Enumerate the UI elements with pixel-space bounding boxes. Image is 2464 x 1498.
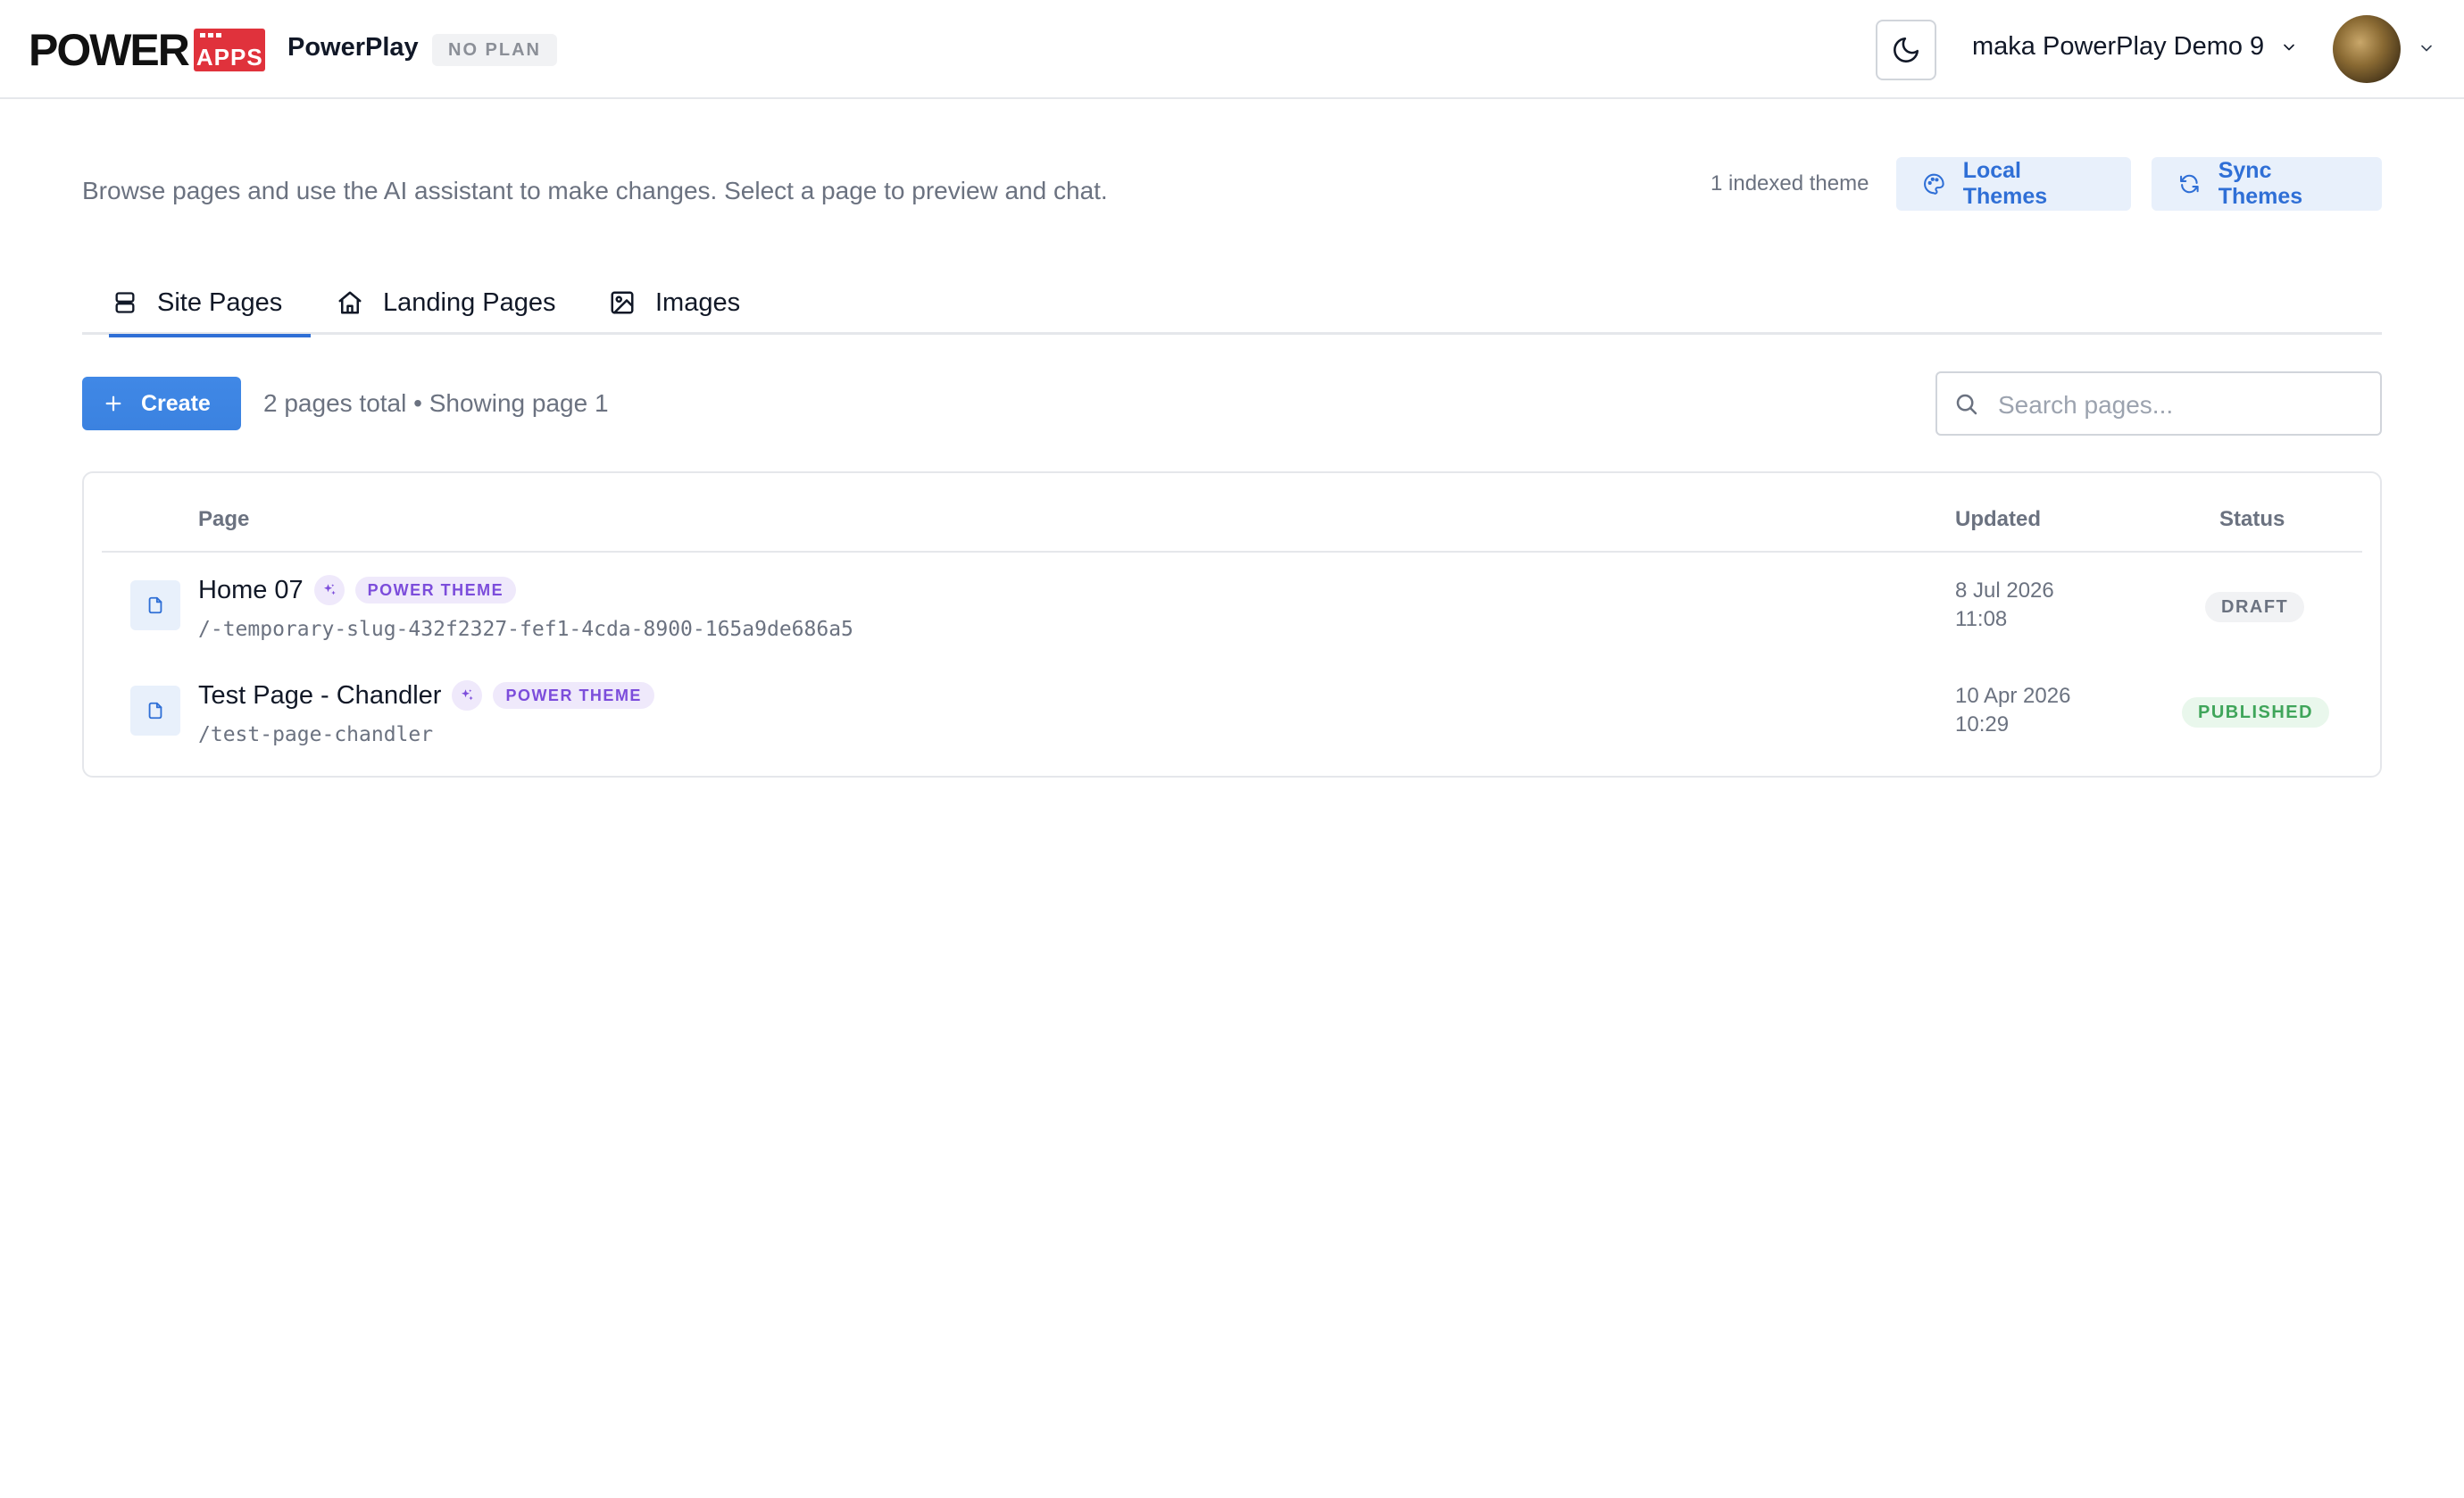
tab-images[interactable]: Images	[609, 270, 740, 335]
sparkles-icon	[313, 575, 345, 605]
pages-table: Page Updated Status Home 07 POWER THEME …	[82, 471, 2382, 778]
sync-themes-button[interactable]: Sync Themes	[2152, 157, 2382, 211]
workspace-name: maka PowerPlay Demo 9	[1972, 32, 2265, 61]
updated-timestamp: 8 Jul 2026 11:08	[1955, 577, 2054, 634]
page-count: 2 pages total • Showing page 1	[263, 389, 609, 417]
app-name: PowerPlay	[287, 33, 419, 62]
workspace-selector[interactable]: maka PowerPlay Demo 9	[1972, 32, 2298, 62]
tab-label: Images	[655, 287, 741, 317]
updated-time: 11:08	[1955, 607, 2008, 631]
page-title[interactable]: Test Page - Chandler	[198, 681, 441, 711]
local-themes-button[interactable]: Local Themes	[1896, 157, 2131, 211]
updated-time: 10:29	[1955, 712, 2010, 737]
tab-landing-pages[interactable]: Landing Pages	[337, 270, 556, 335]
logo-badge: APPS	[193, 29, 265, 71]
document-icon	[130, 580, 180, 630]
home-icon	[338, 291, 362, 314]
column-header-updated[interactable]: Updated	[1955, 507, 2041, 532]
image-icon	[611, 291, 634, 314]
table-row[interactable]: Test Page - Chandler POWER THEME /test-p…	[84, 657, 2380, 762]
tab-label: Site Pages	[157, 287, 283, 317]
column-header-page[interactable]: Page	[198, 507, 249, 532]
power-theme-badge: POWER THEME	[493, 682, 654, 709]
document-icon	[130, 686, 180, 736]
tab-site-pages[interactable]: Site Pages	[108, 270, 312, 337]
logo-word: POWER	[29, 25, 190, 75]
updated-timestamp: 10 Apr 2026 10:29	[1955, 682, 2070, 739]
local-themes-label: Local Themes	[1962, 158, 2048, 209]
updated-date: 10 Apr 2026	[1955, 684, 2071, 708]
search-icon	[1956, 394, 1977, 415]
page-slug: /-temporary-slug-432f2327-fef1-4cda-8900…	[198, 618, 853, 641]
sync-themes-label: Sync Themes	[2218, 158, 2303, 209]
palette-icon	[1924, 173, 1944, 195]
status-badge: PUBLISHED	[2182, 697, 2330, 728]
top-header: POWER APPS PowerPlay NO PLAN maka PowerP…	[0, 0, 2464, 99]
dark-mode-toggle[interactable]	[1876, 20, 1936, 80]
logo-badge-text: APPS	[196, 44, 263, 71]
plus-icon	[105, 395, 121, 412]
search-input[interactable]	[1998, 386, 2364, 425]
chevron-down-icon[interactable]	[2418, 39, 2435, 57]
row-title-group: Home 07 POWER THEME	[198, 575, 517, 605]
power-apps-logo[interactable]: POWER APPS	[29, 28, 265, 72]
page-description: Browse pages and use the AI assistant to…	[82, 177, 1108, 204]
table-row[interactable]: Home 07 POWER THEME /-temporary-slug-432…	[84, 552, 2380, 657]
refresh-icon	[2180, 174, 2199, 194]
row-title-group: Test Page - Chandler POWER THEME	[198, 680, 654, 711]
moon-icon	[1894, 37, 1919, 62]
column-header-status[interactable]: Status	[2219, 507, 2285, 532]
plan-badge: NO PLAN	[432, 34, 557, 66]
create-label: Create	[141, 390, 211, 416]
page-slug: /test-page-chandler	[198, 723, 434, 746]
search-box	[1935, 371, 2382, 436]
updated-date: 8 Jul 2026	[1955, 578, 2054, 603]
user-avatar[interactable]	[2333, 15, 2401, 83]
chevron-down-icon	[2284, 44, 2295, 50]
create-page-button[interactable]: Create	[82, 377, 241, 430]
tab-label: Landing Pages	[383, 287, 556, 317]
power-theme-badge: POWER THEME	[354, 577, 517, 603]
page-type-tabs: Site Pages Landing Pages Images	[82, 270, 2382, 337]
server-stack-icon	[115, 292, 135, 313]
status-badge: DRAFT	[2205, 592, 2305, 622]
indexed-theme-count: 1 indexed theme	[1711, 171, 1869, 196]
page-title[interactable]: Home 07	[198, 576, 304, 605]
sparkles-icon	[452, 680, 483, 711]
